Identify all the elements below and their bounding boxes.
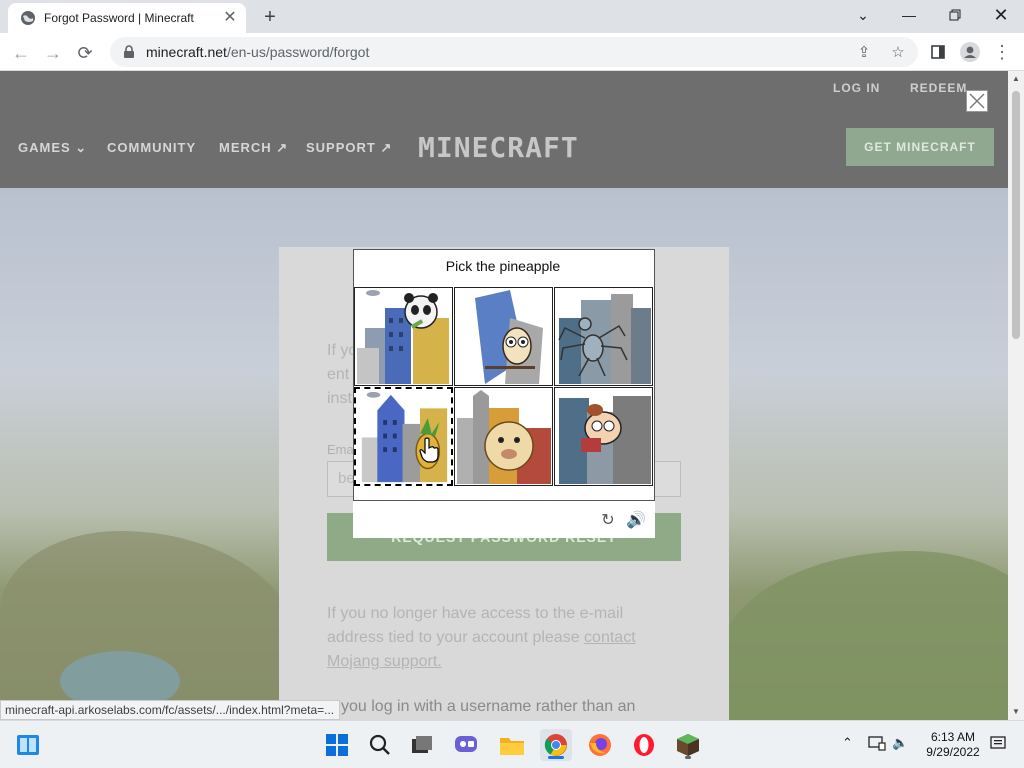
- redeem-link[interactable]: REDEEM: [910, 81, 967, 95]
- task-view-icon[interactable]: [406, 729, 438, 761]
- captcha-widget: Pick the pineapple ↻ 🔊: [353, 249, 655, 538]
- dog-city-image: [559, 396, 651, 484]
- tab-title: Forgot Password | Minecraft: [44, 11, 194, 25]
- no-access-text-part: address tied to your account please: [327, 629, 585, 646]
- close-icon: [969, 93, 985, 109]
- running-indicator: [685, 756, 691, 759]
- reload-icon[interactable]: ⟳: [72, 40, 98, 66]
- scroll-up-icon[interactable]: ▲: [1008, 71, 1024, 87]
- captcha-tile-panda[interactable]: [354, 287, 453, 386]
- captcha-tile-pineapple[interactable]: [354, 387, 453, 486]
- running-indicator: [548, 756, 564, 759]
- minecraft-logo[interactable]: MINECRAFT: [418, 131, 579, 164]
- captcha-tile-owl[interactable]: [454, 287, 553, 386]
- nav-games-label: GAMES: [18, 140, 71, 155]
- external-link-icon: ↗: [276, 140, 289, 155]
- get-minecraft-button[interactable]: GET MINECRAFT: [846, 128, 994, 166]
- chrome-icon[interactable]: [540, 729, 572, 761]
- firefox-icon[interactable]: [584, 729, 616, 761]
- captcha-controls: ↻ 🔊: [353, 505, 653, 535]
- nav-games[interactable]: GAMES ⌄: [18, 140, 87, 156]
- panda-city-image: [357, 290, 449, 384]
- profile-avatar-icon[interactable]: [958, 40, 982, 64]
- owl-city-image: [475, 290, 543, 384]
- nav-merch-label: MERCH: [219, 140, 272, 155]
- forward-arrow-icon[interactable]: →: [40, 40, 66, 66]
- refresh-icon[interactable]: ↻: [597, 509, 619, 531]
- nav-community[interactable]: COMMUNITY: [107, 140, 196, 155]
- site-header: LOG IN REDEEM GAMES ⌄ COMMUNITY MERCH ↗ …: [0, 71, 1008, 188]
- volume-icon[interactable]: 🔈: [892, 735, 908, 751]
- close-overlay-button[interactable]: [966, 90, 988, 112]
- browser-menu-icon[interactable]: ⋮: [990, 40, 1014, 64]
- close-window-button[interactable]: ✕: [978, 0, 1024, 30]
- side-panel-icon[interactable]: [926, 40, 950, 64]
- share-icon[interactable]: ⇪: [852, 40, 876, 64]
- globe-icon: [21, 11, 35, 25]
- tab-close-icon[interactable]: ✕: [222, 10, 238, 26]
- captcha-tile-dog[interactable]: [554, 387, 653, 486]
- intro-text: ent: [327, 366, 350, 383]
- restore-button[interactable]: [932, 0, 978, 30]
- captcha-tile-spider[interactable]: [554, 287, 653, 386]
- scroll-down-icon[interactable]: ▼: [1008, 704, 1024, 720]
- notification-icon[interactable]: [990, 735, 1006, 754]
- url-path: /en-us/password/forgot: [226, 44, 370, 60]
- network-icon[interactable]: [868, 735, 886, 754]
- nav-support-label: SUPPORT: [306, 140, 376, 155]
- system-clock[interactable]: 6:13 AM 9/29/2022: [918, 730, 988, 760]
- captcha-tile-cow[interactable]: [454, 387, 553, 486]
- chevron-down-icon: ⌄: [75, 140, 88, 155]
- no-access-text: If you no longer have access to the e-ma…: [327, 605, 624, 622]
- no-access-text-2: address tied to your account please cont…: [327, 626, 636, 650]
- start-windows-icon[interactable]: [321, 729, 353, 761]
- nav-merch[interactable]: MERCH ↗: [219, 140, 288, 156]
- widgets-icon[interactable]: [12, 729, 44, 761]
- url-host: minecraft.net: [146, 44, 227, 60]
- login-link[interactable]: LOG IN: [833, 81, 880, 95]
- cow-city-image: [457, 390, 551, 484]
- page-viewport: LOG IN REDEEM GAMES ⌄ COMMUNITY MERCH ↗ …: [0, 71, 1008, 720]
- scroll-thumb[interactable]: [1012, 91, 1020, 339]
- chat-icon[interactable]: [450, 729, 482, 761]
- bookmark-star-icon[interactable]: ☆: [886, 40, 910, 64]
- intro-text: inst: [327, 390, 352, 407]
- minimize-button[interactable]: —: [886, 0, 932, 30]
- captcha-grid: [354, 287, 654, 487]
- tab-strip: Forgot Password | Minecraft ✕ + ⌄ — ✕: [0, 0, 1024, 33]
- contact-support-link[interactable]: contact: [584, 629, 636, 646]
- link-status-bar: minecraft-api.arkoselabs.com/fc/assets/.…: [0, 700, 340, 720]
- captcha-prompt: Pick the pineapple: [445, 258, 561, 274]
- browser-toolbar: ← → ⟳ minecraft.net/en-us/password/forgo…: [0, 33, 1024, 71]
- file-explorer-icon[interactable]: [496, 729, 528, 761]
- tab-active[interactable]: Forgot Password | Minecraft ✕: [8, 3, 246, 33]
- spider-city-image: [558, 294, 651, 384]
- minecraft-launcher-icon[interactable]: [672, 729, 704, 761]
- external-link-icon: ↗: [380, 140, 393, 155]
- lock-icon: [124, 45, 134, 58]
- contact-support-link[interactable]: Mojang support.: [327, 650, 442, 674]
- address-bar[interactable]: minecraft.net/en-us/password/forgot: [110, 37, 918, 67]
- windows-taskbar: ⌃ 🔈 6:13 AM 9/29/2022: [0, 720, 1024, 768]
- search-icon[interactable]: [364, 729, 396, 761]
- new-tab-button[interactable]: +: [258, 5, 282, 29]
- opera-icon[interactable]: [628, 729, 660, 761]
- back-arrow-icon[interactable]: ←: [8, 40, 34, 66]
- hand-cursor-icon: [419, 437, 439, 463]
- nav-support[interactable]: SUPPORT ↗: [306, 140, 392, 156]
- audio-speaker-icon[interactable]: 🔊: [625, 509, 647, 531]
- tab-search-icon[interactable]: ⌄: [840, 0, 886, 30]
- username-text: you log in with a username rather than a…: [341, 698, 636, 715]
- page-scrollbar[interactable]: ▲ ▼: [1008, 71, 1024, 720]
- restore-icon: [949, 9, 961, 21]
- clock-date: 9/29/2022: [926, 745, 980, 759]
- clock-time: 6:13 AM: [930, 730, 976, 744]
- show-hidden-icons-icon[interactable]: ⌃: [842, 735, 853, 751]
- email-label: Ema: [327, 442, 354, 457]
